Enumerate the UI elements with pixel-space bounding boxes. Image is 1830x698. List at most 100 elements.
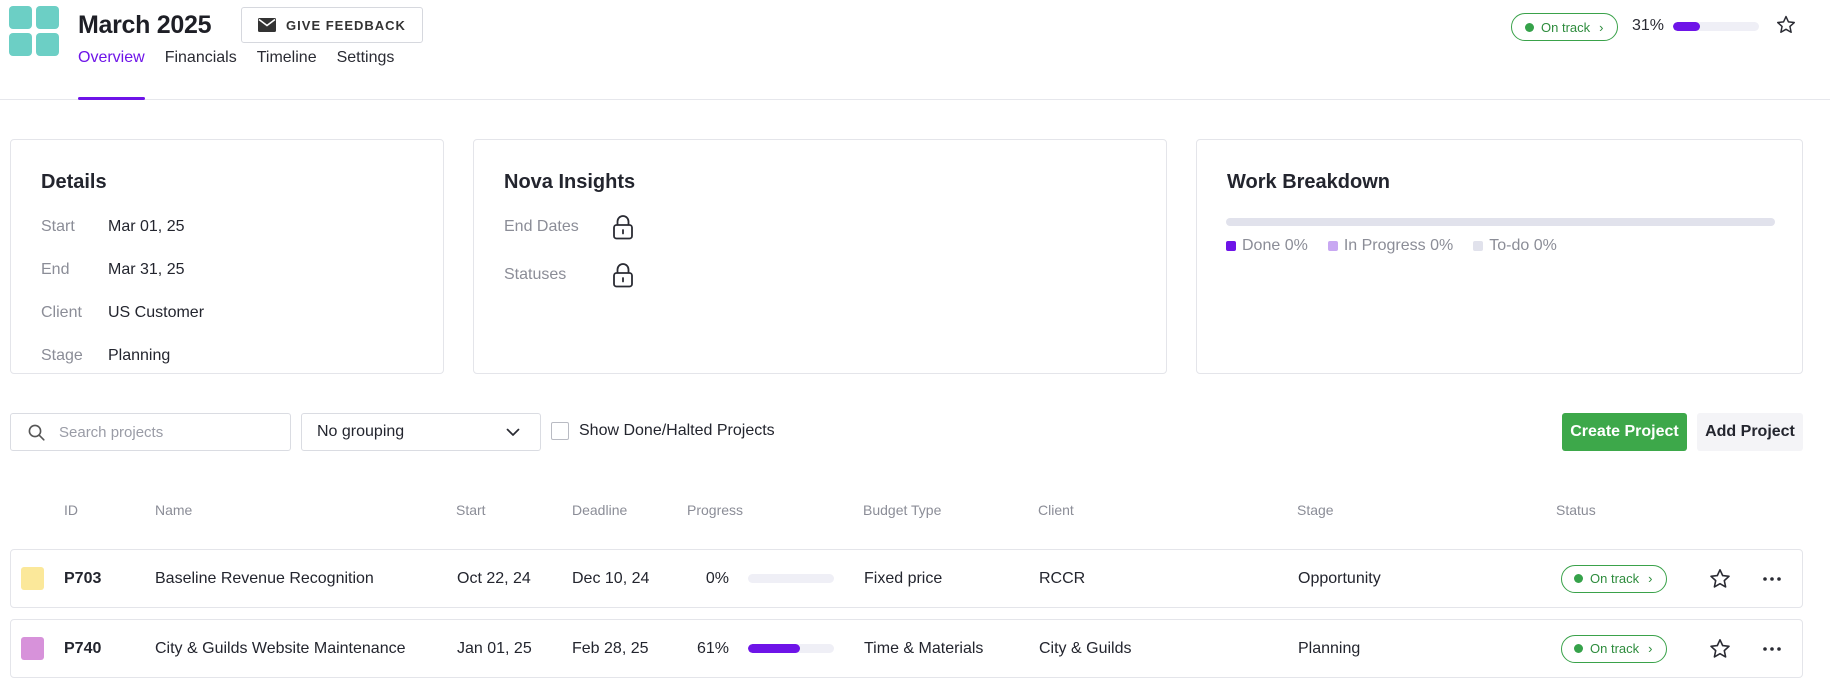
app-logo-icon[interactable] <box>9 6 59 56</box>
legend-label: In Progress 0% <box>1343 237 1454 254</box>
status-dot-icon <box>1574 644 1583 653</box>
insight-label: End Dates <box>504 218 579 235</box>
detail-key: End <box>41 261 70 278</box>
detail-value: Mar 31, 25 <box>108 261 185 278</box>
column-header-client[interactable]: Client <box>1038 502 1074 518</box>
project-progress-percent: 0% <box>705 569 729 587</box>
work-breakdown-card: Work Breakdown Done 0% In Progress 0% To… <box>1196 139 1803 374</box>
grouping-value: No grouping <box>317 423 405 440</box>
project-budget-type: Fixed price <box>864 569 943 587</box>
column-header-stage[interactable]: Stage <box>1297 502 1334 518</box>
grouping-select[interactable]: No grouping <box>301 413 541 451</box>
column-header-start[interactable]: Start <box>456 502 486 518</box>
details-title: Details <box>41 171 107 193</box>
legend-item-in-progress: In Progress 0% <box>1327 237 1454 255</box>
project-progress-bar <box>748 574 834 583</box>
project-budget-type: Time & Materials <box>864 639 984 657</box>
table-row[interactable]: P703 Baseline Revenue Recognition Oct 22… <box>10 549 1803 608</box>
project-status-cell: On track › <box>1561 620 1667 677</box>
insight-row-end-dates[interactable]: End Dates <box>504 214 634 240</box>
page-header: March 2025 GIVE FEEDBACK Overview Financ… <box>0 0 1830 100</box>
give-feedback-button[interactable]: GIVE FEEDBACK <box>241 7 423 43</box>
details-card: Details Start Mar 01, 25 End Mar 31, 25 … <box>10 139 444 374</box>
tab-settings[interactable]: Settings <box>337 48 395 100</box>
insight-row-statuses[interactable]: Statuses <box>504 262 634 288</box>
detail-value: US Customer <box>108 304 205 321</box>
project-status-button[interactable]: On track › <box>1561 564 1667 593</box>
project-status-button[interactable]: On track › <box>1511 13 1618 41</box>
tab-timeline[interactable]: Timeline <box>257 48 317 100</box>
lock-icon <box>613 263 633 288</box>
project-client: City & Guilds <box>1039 639 1132 657</box>
chevron-right-icon: › <box>1648 571 1653 586</box>
tab-financials[interactable]: Financials <box>165 48 237 100</box>
work-breakdown-legend: Done 0% In Progress 0% To-do 0% <box>1226 237 1557 255</box>
column-header-name[interactable]: Name <box>155 502 192 518</box>
chevron-right-icon: › <box>1599 19 1604 35</box>
legend-swatch <box>1327 241 1338 251</box>
column-header-status[interactable]: Status <box>1556 502 1596 518</box>
column-header-deadline[interactable]: Deadline <box>572 502 627 518</box>
work-breakdown-title: Work Breakdown <box>1227 171 1390 193</box>
legend-swatch <box>1473 241 1484 251</box>
overall-progress-bar <box>1673 22 1759 31</box>
detail-key: Stage <box>41 347 83 364</box>
project-deadline: Dec 10, 24 <box>572 569 650 587</box>
give-feedback-label: GIVE FEEDBACK <box>286 17 406 33</box>
create-project-button[interactable]: Create Project <box>1562 413 1687 451</box>
search-input[interactable] <box>59 423 269 441</box>
search-icon <box>28 424 45 441</box>
page-title: March 2025 <box>78 11 212 39</box>
project-color-swatch <box>21 637 44 660</box>
project-stage: Planning <box>1298 639 1361 657</box>
status-dot-icon <box>1525 22 1534 32</box>
more-options-icon[interactable] <box>1760 567 1784 591</box>
detail-value: Mar 01, 25 <box>108 218 185 235</box>
project-progress-bar <box>748 644 834 653</box>
add-project-button[interactable]: Add Project <box>1697 413 1803 451</box>
envelope-icon <box>258 18 277 32</box>
project-start: Oct 22, 24 <box>457 569 531 587</box>
project-deadline: Feb 28, 25 <box>572 639 649 657</box>
show-done-checkbox[interactable] <box>551 422 569 440</box>
status-label: On track <box>1590 641 1640 656</box>
column-header-budget-type[interactable]: Budget Type <box>863 502 941 518</box>
overall-progress-percent: 31% <box>1632 17 1665 34</box>
detail-key: Client <box>41 304 82 321</box>
column-header-id[interactable]: ID <box>64 502 78 518</box>
column-header-progress[interactable]: Progress <box>687 502 743 518</box>
project-stage: Opportunity <box>1298 569 1381 587</box>
show-done-toggle[interactable]: Show Done/Halted Projects <box>551 422 775 440</box>
more-cell <box>1760 620 1784 677</box>
project-status-cell: On track › <box>1561 550 1667 607</box>
detail-value: Planning <box>108 347 171 364</box>
legend-label: Done 0% <box>1242 237 1308 254</box>
detail-row-end: End Mar 31, 25 <box>41 261 184 279</box>
favorite-star-icon[interactable] <box>1708 637 1732 661</box>
favorite-star-icon[interactable] <box>1775 14 1797 36</box>
row-color-cell <box>21 620 44 677</box>
show-done-label: Show Done/Halted Projects <box>579 422 775 439</box>
detail-row-start: Start Mar 01, 25 <box>41 218 184 236</box>
project-name: City & Guilds Website Maintenance <box>155 639 406 657</box>
project-id: P703 <box>64 569 102 587</box>
detail-key: Start <box>41 218 75 235</box>
favorite-cell <box>1708 620 1732 677</box>
row-color-cell <box>21 550 44 607</box>
search-box[interactable] <box>10 413 291 451</box>
more-options-icon[interactable] <box>1760 637 1784 661</box>
favorite-star-icon[interactable] <box>1708 567 1732 591</box>
project-progress-cell <box>748 620 834 677</box>
tab-overview[interactable]: Overview <box>78 48 145 100</box>
project-client: RCCR <box>1039 569 1086 587</box>
project-start: Jan 01, 25 <box>457 639 532 657</box>
more-cell <box>1760 550 1784 607</box>
project-progress-percent: 61% <box>696 639 729 657</box>
chevron-right-icon: › <box>1648 641 1653 656</box>
project-status-button[interactable]: On track › <box>1561 634 1667 663</box>
project-progress-fill <box>748 644 801 653</box>
table-row[interactable]: P740 City & Guilds Website Maintenance J… <box>10 619 1803 678</box>
legend-label: To-do 0% <box>1489 237 1557 254</box>
status-dot-icon <box>1574 574 1583 583</box>
insight-label: Statuses <box>504 266 567 283</box>
